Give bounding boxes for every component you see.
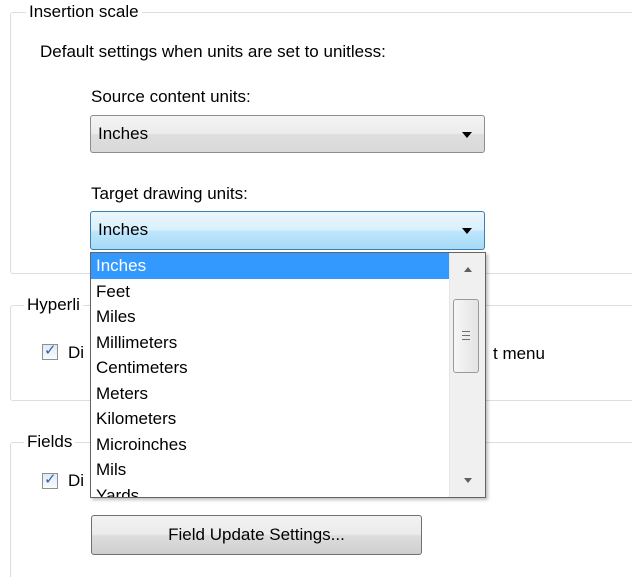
list-item-feet[interactable]: Feet: [91, 279, 449, 305]
checkmark-icon: ✓: [44, 342, 57, 359]
target-drawing-units-value: Inches: [98, 220, 149, 239]
list-item-miles[interactable]: Miles: [91, 304, 449, 330]
hyperlink-display-checkbox[interactable]: ✓: [42, 342, 58, 360]
list-item-meters[interactable]: Meters: [91, 381, 449, 407]
target-drawing-units-select[interactable]: Inches: [90, 211, 485, 250]
hyperlink-checkbox-label-left: Di: [68, 343, 85, 362]
options-panel: Insertion scale Default settings when un…: [0, 0, 632, 577]
target-drawing-units-label: Target drawing units:: [91, 184, 248, 203]
target-drawing-units-dropdown: Inches Feet Miles Millimeters Centimeter…: [90, 252, 486, 498]
grip-line: [462, 331, 470, 332]
grip-line: [462, 339, 470, 340]
chevron-down-icon: [462, 132, 472, 138]
list-item-microinches[interactable]: Microinches: [91, 432, 449, 458]
source-content-units-value: Inches: [98, 124, 149, 143]
chevron-down-icon: [462, 228, 472, 234]
scroll-down-icon[interactable]: [464, 478, 472, 483]
dropdown-scrollbar[interactable]: [449, 253, 485, 497]
grip-line: [462, 335, 470, 336]
fields-display-checkbox[interactable]: ✓: [42, 471, 58, 489]
insertion-scale-title: Insertion scale: [26, 2, 142, 22]
list-item-centimeters[interactable]: Centimeters: [91, 355, 449, 381]
hyperlink-group-title: Hyperli: [24, 295, 83, 315]
default-settings-label: Default settings when units are set to u…: [40, 42, 386, 61]
list-item-millimeters[interactable]: Millimeters: [91, 330, 449, 356]
list-item-mils[interactable]: Mils: [91, 457, 449, 483]
checkmark-icon: ✓: [44, 471, 57, 488]
list-item-inches[interactable]: Inches: [91, 253, 449, 279]
scrollbar-thumb[interactable]: [453, 299, 479, 373]
list-item-yards[interactable]: Yards: [91, 483, 449, 498]
hyperlink-checkbox-label-right: t menu: [493, 344, 545, 363]
fields-group-title: Fields: [24, 432, 76, 452]
field-update-settings-button[interactable]: Field Update Settings...: [91, 515, 422, 555]
units-list: Inches Feet Miles Millimeters Centimeter…: [91, 253, 449, 497]
source-content-units-label: Source content units:: [91, 87, 251, 106]
source-content-units-select[interactable]: Inches: [90, 115, 485, 153]
scroll-up-icon[interactable]: [464, 267, 472, 272]
fields-checkbox-label-left: Di: [68, 471, 85, 490]
list-item-kilometers[interactable]: Kilometers: [91, 406, 449, 432]
